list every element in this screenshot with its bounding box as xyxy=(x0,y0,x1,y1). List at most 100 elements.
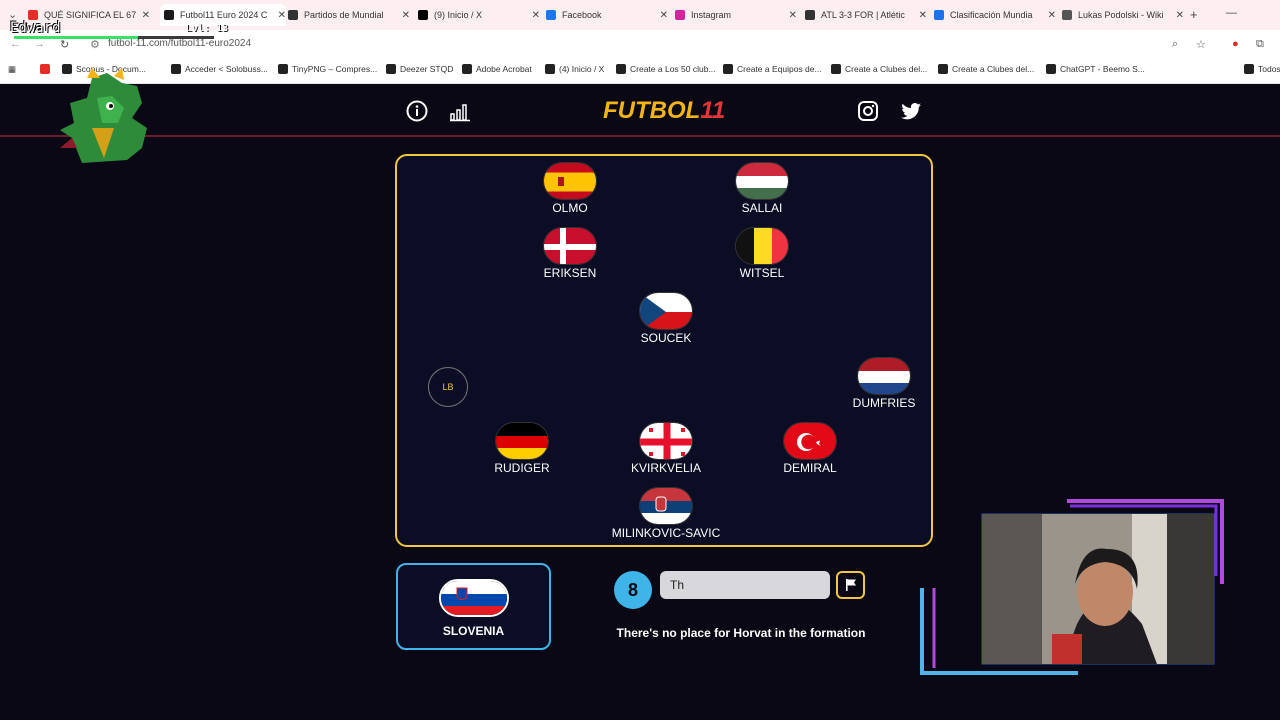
player-slot[interactable]: RUDIGER xyxy=(452,422,592,475)
denmark-flag-icon xyxy=(543,227,597,265)
spain-flag-icon xyxy=(543,162,597,200)
bookmark-label: Create a Clubes del... xyxy=(845,64,928,74)
flag-icon xyxy=(845,579,856,591)
tab-favicon-icon xyxy=(418,10,428,20)
tab-close-icon[interactable]: ✕ xyxy=(1048,10,1056,21)
bookmarks-bar: ▦ Scopus - Docum... Acceder < Solobuss...… xyxy=(0,58,1280,84)
browser-tab[interactable]: Instagram ✕ xyxy=(671,4,797,26)
tab-favicon-icon xyxy=(546,10,556,20)
info-icon[interactable] xyxy=(406,100,428,122)
bookmark-item[interactable]: Acceder < Solobuss... xyxy=(171,64,268,74)
player-slot[interactable]: WITSEL xyxy=(692,227,832,280)
minimize-button[interactable]: — xyxy=(1226,7,1237,19)
site-info-icon[interactable]: ⚙ xyxy=(90,38,100,51)
bookmark-item[interactable]: Todos xyxy=(1244,64,1280,74)
stream-username: Edward xyxy=(10,20,61,36)
player-slot[interactable]: KVIRKVELIA xyxy=(596,422,736,475)
bookmark-item[interactable]: Create a Equipos de... xyxy=(723,64,822,74)
address-bar[interactable]: ← → ↻ ⚙ futbol-11.com/futbol11-euro2024 … xyxy=(0,30,1280,58)
bookmark-label: (4) Inicio / X xyxy=(559,64,605,74)
bookmark-label: Todos xyxy=(1258,64,1280,74)
bookmark-favicon-icon xyxy=(938,64,948,74)
empty-position-lb[interactable]: LB xyxy=(428,367,468,407)
georgia-flag-icon xyxy=(639,422,693,460)
tab-close-icon[interactable]: ✕ xyxy=(142,10,150,21)
tab-favicon-icon xyxy=(805,10,815,20)
player-name: SOUCEK xyxy=(640,331,692,345)
tab-favicon-icon xyxy=(28,10,38,20)
player-slot[interactable]: SALLAI xyxy=(692,162,832,215)
current-country-card: SLOVENIA xyxy=(396,563,551,650)
serbia-flag-icon xyxy=(639,487,693,525)
formation-pitch: OLMO SALLAI ERIKSEN WITSEL SOUCEK DUMFRIES RUD… xyxy=(395,154,933,547)
browser-tab[interactable]: (9) Inicio / X ✕ xyxy=(414,4,540,26)
new-tab-button[interactable]: + xyxy=(1190,7,1198,22)
tab-favicon-icon xyxy=(288,10,298,20)
tab-label: (9) Inicio / X xyxy=(434,10,483,20)
bookmark-label: ChatGPT - Beemo S... xyxy=(1060,64,1145,74)
tab-close-icon[interactable]: ✕ xyxy=(789,10,797,21)
zoom-icon[interactable]: ⌕ xyxy=(1172,38,1178,51)
bookmark-label: TinyPNG – Compres... xyxy=(292,64,378,74)
url-text[interactable]: futbol-11.com/futbol11-euro2024 xyxy=(108,38,251,49)
futbol11-logo[interactable]: FUTBOL11 xyxy=(603,97,725,125)
player-slot[interactable]: OLMO xyxy=(500,162,640,215)
stream-level: Lvl: 13 xyxy=(186,23,229,34)
bookmark-item[interactable]: Adobe Acrobat xyxy=(462,64,532,74)
player-name: MILINKOVIC-SAVIC xyxy=(611,526,721,540)
bookmark-favicon-icon xyxy=(545,64,555,74)
player-slot[interactable]: SOUCEK xyxy=(596,292,736,345)
bookmark-item[interactable]: (4) Inicio / X xyxy=(545,64,604,74)
netherlands-flag-icon xyxy=(857,357,911,395)
browser-tab[interactable]: Lukas Podolski - Wiki ✕ xyxy=(1058,4,1184,26)
bookmark-label: Deezer STQD xyxy=(400,64,454,74)
tab-label: ATL 3-3 FOR | Atlétic xyxy=(821,10,905,20)
stats-icon[interactable] xyxy=(449,100,471,122)
country-name: SLOVENIA xyxy=(442,624,505,638)
tab-close-icon[interactable]: ✕ xyxy=(532,10,540,21)
tab-close-icon[interactable]: ✕ xyxy=(1176,10,1184,21)
bookmark-item[interactable]: ChatGPT - Beemo S... xyxy=(1046,64,1145,74)
player-guess-input[interactable] xyxy=(660,571,830,599)
twitter-icon[interactable] xyxy=(900,100,922,122)
germany-flag-icon xyxy=(495,422,549,460)
player-slot[interactable]: MILINKOVIC-SAVIC xyxy=(596,487,736,540)
back-icon[interactable]: ← xyxy=(10,38,21,50)
give-up-flag-button[interactable] xyxy=(836,571,865,599)
bookmark-item[interactable]: TinyPNG – Compres... xyxy=(278,64,377,74)
player-slot[interactable]: DUMFRIES xyxy=(814,357,954,410)
instagram-icon[interactable] xyxy=(857,100,879,122)
feedback-message: There's no place for Horvat in the forma… xyxy=(616,626,866,640)
tab-close-icon[interactable]: ✕ xyxy=(660,10,668,21)
bookmark-item[interactable]: Create a Clubes del... xyxy=(831,64,927,74)
apps-icon[interactable]: ▦ xyxy=(8,64,16,75)
bookmark-star-icon[interactable]: ☆ xyxy=(1196,38,1206,51)
bookmark-favicon-icon xyxy=(1046,64,1056,74)
bookmark-favicon-icon xyxy=(616,64,626,74)
player-name: OLMO xyxy=(552,201,588,215)
xp-progress-bar xyxy=(14,36,214,39)
extension-icon[interactable]: ● xyxy=(1232,38,1239,50)
bookmark-label: Create a Clubes del... xyxy=(952,64,1035,74)
reload-icon[interactable]: ↻ xyxy=(60,38,69,51)
bookmark-item[interactable]: Create a Los 50 club... xyxy=(616,64,716,74)
hungary-flag-icon xyxy=(735,162,789,200)
browser-tab[interactable]: Facebook ✕ xyxy=(542,4,668,26)
tab-close-icon[interactable]: ✕ xyxy=(402,10,410,21)
tab-close-icon[interactable]: ✕ xyxy=(919,10,927,21)
bookmark-item[interactable]: Create a Clubes del... xyxy=(938,64,1034,74)
browser-tab[interactable]: Partidos de Mundial ✕ xyxy=(284,4,410,26)
forward-icon[interactable]: → xyxy=(34,38,45,50)
player-name: RUDIGER xyxy=(494,461,550,475)
bookmark-label: Create a Los 50 club... xyxy=(630,64,716,74)
tab-label: Clasificación Mundia xyxy=(950,10,1033,20)
bookmark-favicon-icon xyxy=(831,64,841,74)
extensions-menu-icon[interactable]: ⧉ xyxy=(1256,38,1264,51)
player-slot[interactable]: ERIKSEN xyxy=(500,227,640,280)
player-name: KVIRKVELIA xyxy=(630,461,702,475)
browser-tab[interactable]: Clasificación Mundia ✕ xyxy=(930,4,1056,26)
browser-tab[interactable]: ATL 3-3 FOR | Atlétic ✕ xyxy=(801,4,927,26)
bookmark-item[interactable]: Deezer STQD xyxy=(386,64,453,74)
czech-flag-icon xyxy=(639,292,693,330)
player-slot[interactable]: DEMIRAL xyxy=(740,422,880,475)
